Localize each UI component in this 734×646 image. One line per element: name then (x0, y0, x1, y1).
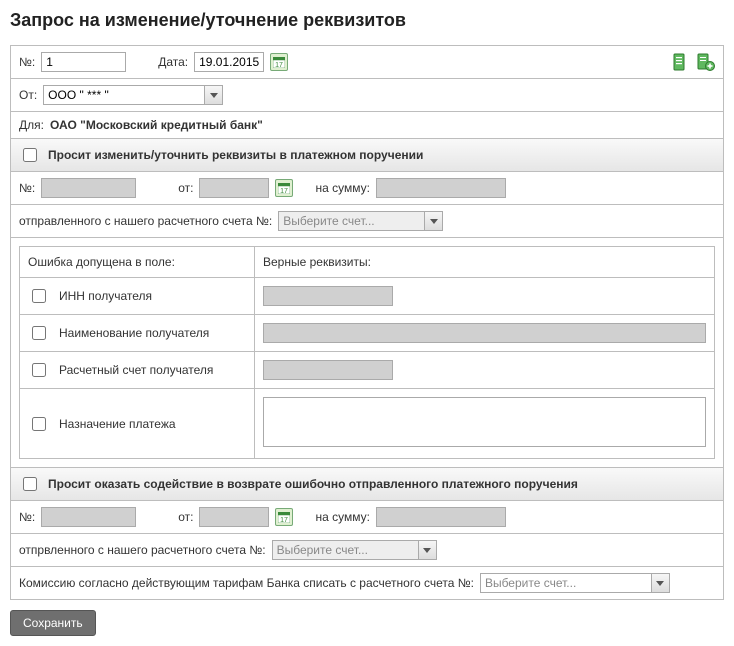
errors-col1-header: Ошибка допущена в поле: (20, 247, 255, 278)
chevron-down-icon[interactable] (651, 574, 669, 592)
for-row: Для: ОАО "Московский кредитный банк" (11, 112, 723, 139)
save-button[interactable]: Сохранить (10, 610, 96, 636)
s2-sum-label: на сумму: (315, 510, 369, 524)
calendar-icon[interactable]: 17 (275, 179, 293, 197)
for-value: ОАО "Московский кредитный банк" (50, 118, 263, 132)
s1-account-label: отправленного с нашего расчетного счета … (19, 214, 272, 228)
svg-text:17: 17 (275, 62, 283, 68)
from-select[interactable] (43, 85, 223, 105)
s2-account-select[interactable] (272, 540, 437, 560)
s1-date-input[interactable] (199, 178, 269, 198)
s2-sum-input[interactable] (376, 507, 506, 527)
from-label: От: (19, 88, 37, 102)
document-plus-icon[interactable] (697, 53, 715, 71)
commission-value[interactable] (481, 574, 651, 592)
svg-text:17: 17 (281, 517, 289, 523)
s1-account-select[interactable] (278, 211, 443, 231)
section2-checkbox[interactable] (23, 477, 37, 491)
header-row: №: Дата: 17 (11, 46, 723, 79)
err-inn-checkbox[interactable] (32, 289, 46, 303)
document-icon[interactable] (671, 53, 689, 71)
s1-sum-input[interactable] (376, 178, 506, 198)
for-label: Для: (19, 118, 44, 132)
err-name-label: Наименование получателя (59, 326, 209, 340)
calendar-icon[interactable]: 17 (270, 53, 288, 71)
s1-num-label: №: (19, 181, 35, 195)
err-purpose-label: Назначение платежа (59, 417, 176, 431)
date-label: Дата: (158, 55, 188, 69)
err-acc-checkbox[interactable] (32, 363, 46, 377)
err-acc-value[interactable] (263, 360, 393, 380)
err-name-checkbox[interactable] (32, 326, 46, 340)
date-input[interactable] (194, 52, 264, 72)
num-label: №: (19, 55, 35, 69)
section1-checkbox[interactable] (23, 148, 37, 162)
section1-title: Просит изменить/уточнить реквизиты в пла… (48, 148, 423, 162)
section2-row1: №: от: 17 на сумму: (11, 501, 723, 534)
s2-num-label: №: (19, 510, 35, 524)
page-title: Запрос на изменение/уточнение реквизитов (10, 10, 724, 31)
section1-row1: №: от: 17 на сумму: (11, 172, 723, 205)
s1-account-value[interactable] (279, 212, 424, 230)
calendar-icon[interactable]: 17 (275, 508, 293, 526)
s2-account-value[interactable] (273, 541, 418, 559)
s1-num-input[interactable] (41, 178, 136, 198)
s1-sum-label: на сумму: (315, 181, 369, 195)
err-inn-label: ИНН получателя (59, 289, 152, 303)
commission-select[interactable] (480, 573, 670, 593)
chevron-down-icon[interactable] (204, 86, 222, 104)
from-row: От: (11, 79, 723, 112)
chevron-down-icon[interactable] (418, 541, 436, 559)
err-name-value[interactable] (263, 323, 706, 343)
s1-date-label: от: (178, 181, 193, 195)
svg-text:17: 17 (281, 188, 289, 194)
errors-table: Ошибка допущена в поле: Верные реквизиты… (19, 246, 715, 459)
err-inn-value[interactable] (263, 286, 393, 306)
err-purpose-value[interactable] (263, 397, 706, 447)
s2-num-input[interactable] (41, 507, 136, 527)
s2-account-label: отпрвленного с нашего расчетного счета №… (19, 543, 266, 557)
section2-row2: отпрвленного с нашего расчетного счета №… (11, 534, 723, 567)
section1-header: Просит изменить/уточнить реквизиты в пла… (11, 139, 723, 172)
err-purpose-checkbox[interactable] (32, 417, 46, 431)
commission-row: Комиссию согласно действующим тарифам Ба… (11, 567, 723, 599)
from-value[interactable] (44, 86, 204, 104)
section1-row2: отправленного с нашего расчетного счета … (11, 205, 723, 238)
section2-header: Просит оказать содействие в возврате оши… (11, 467, 723, 501)
s2-date-label: от: (178, 510, 193, 524)
errors-block: Ошибка допущена в поле: Верные реквизиты… (11, 238, 723, 467)
chevron-down-icon[interactable] (424, 212, 442, 230)
section2-title: Просит оказать содействие в возврате оши… (48, 477, 578, 491)
commission-label: Комиссию согласно действующим тарифам Ба… (19, 576, 474, 590)
num-input[interactable] (41, 52, 126, 72)
s2-date-input[interactable] (199, 507, 269, 527)
err-acc-label: Расчетный счет получателя (59, 363, 213, 377)
errors-col2-header: Верные реквизиты: (255, 247, 715, 278)
form-panel: №: Дата: 17 От: Для: ОАО "Московский кре… (10, 45, 724, 600)
